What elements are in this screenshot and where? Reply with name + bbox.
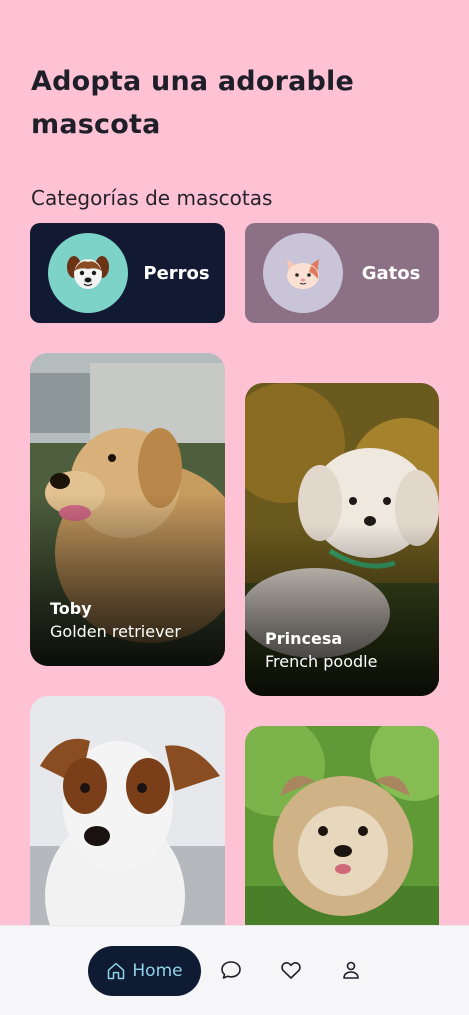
pet-card-yorkshire[interactable] [245,726,439,956]
nav-home-button[interactable]: Home [88,946,201,996]
category-cats-button[interactable]: Gatos [245,223,439,323]
pet-name: Toby [50,599,92,618]
profile-icon[interactable] [339,958,363,982]
pet-card-princesa[interactable]: Princesa French poodle [245,383,439,696]
yorkshire-terrier-photo [245,726,439,956]
heart-icon[interactable] [279,958,303,982]
category-dogs-button[interactable]: Perros [30,223,225,323]
pet-breed: Golden retriever [50,622,181,641]
jack-russell-photo [30,696,225,956]
pet-breed: French poodle [265,652,378,671]
pet-card-jack-russell[interactable] [30,696,225,956]
pet-name: Princesa [265,629,343,648]
category-dogs-label: Perros [143,262,210,284]
pet-card-toby[interactable]: Toby Golden retriever [30,353,225,666]
category-cats-label: Gatos [361,262,421,284]
chat-icon[interactable] [219,958,243,982]
categories-heading: Categorías de mascotas [31,186,273,210]
home-icon [108,962,125,980]
cat-face-icon [263,233,343,313]
nav-home-label: Home [132,961,183,981]
bottom-navigation: Home [0,925,469,1015]
page-title: Adopta una adorable mascota [31,66,355,140]
dog-face-icon [48,233,128,313]
